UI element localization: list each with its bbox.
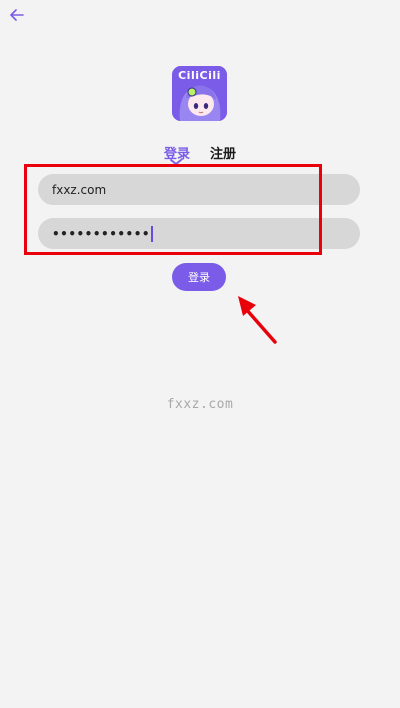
logo-text: CiliCili — [178, 69, 221, 82]
tab-register[interactable]: 注册 — [210, 143, 236, 162]
watermark-text: fxxz.com — [166, 397, 234, 412]
annotation-highlight-box — [24, 164, 322, 255]
annotation-arrow-icon — [238, 296, 277, 344]
login-button[interactable]: 登录 — [172, 263, 226, 291]
arrow-left-icon — [10, 9, 24, 21]
back-button[interactable] — [8, 6, 26, 24]
app-logo: CiliCili — [172, 66, 227, 121]
